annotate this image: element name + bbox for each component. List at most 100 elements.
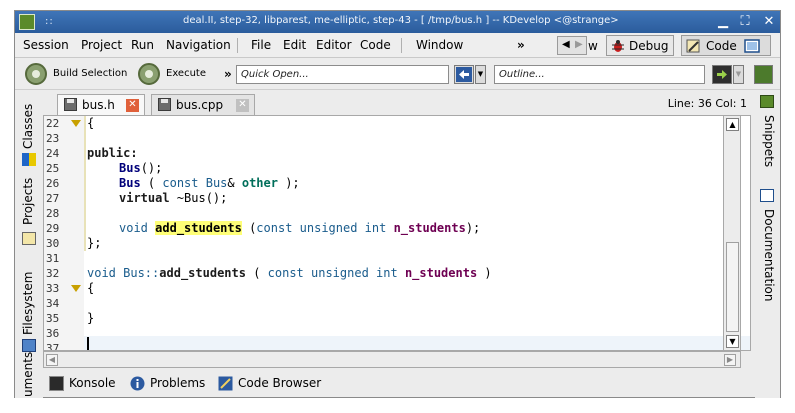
code-line: virtual ~Bus(); bbox=[119, 191, 228, 205]
tool-filesystem[interactable]: Filesystem bbox=[21, 259, 37, 359]
cursor-position: Line: 36 Col: 1 bbox=[667, 97, 747, 110]
menu-session[interactable]: Session bbox=[23, 38, 69, 52]
tool-documentation[interactable]: Documentation bbox=[760, 189, 776, 329]
tool-documentation-label: Documentation bbox=[762, 209, 776, 302]
tool-konsole[interactable]: Konsole bbox=[49, 374, 125, 394]
back-button[interactable] bbox=[454, 65, 474, 84]
text-caret bbox=[87, 337, 89, 350]
window-layout-icon[interactable] bbox=[744, 39, 760, 53]
maximize-icon[interactable]: ⛶ bbox=[737, 14, 753, 30]
fold-marker-icon[interactable] bbox=[71, 120, 81, 127]
area-partial-label[interactable]: w bbox=[588, 39, 598, 53]
line-number: 34 bbox=[46, 297, 60, 310]
tool-documents[interactable]: uments bbox=[21, 352, 37, 397]
scroll-right-icon[interactable]: ▶ bbox=[724, 354, 736, 366]
code-editor[interactable]: 22 23 24 25 26 27 28 29 30 31 32 33 34 3… bbox=[43, 115, 751, 351]
editor-horizontal-scrollbar[interactable]: ◀ ▶ bbox=[43, 351, 741, 368]
debug-area-label: Debug bbox=[629, 39, 669, 53]
build-gear-icon bbox=[25, 63, 47, 85]
code-line: void Bus::add_students ( const unsigned … bbox=[87, 266, 492, 280]
build-selection-label: Build Selection bbox=[53, 68, 128, 79]
code-browser-icon bbox=[218, 376, 233, 391]
line-number: 22 bbox=[46, 117, 60, 130]
menu-editor[interactable]: Editor bbox=[316, 38, 352, 52]
tab-bus-h[interactable]: bus.h ✕ bbox=[57, 94, 145, 115]
tab-bus-cpp-label: bus.cpp bbox=[176, 98, 224, 112]
pencil-icon bbox=[686, 39, 700, 53]
line-number: 33 bbox=[46, 282, 60, 295]
code-line: { bbox=[87, 281, 95, 295]
scroll-left-icon[interactable]: ◀ bbox=[46, 354, 58, 366]
menu-code[interactable]: Code bbox=[360, 38, 391, 52]
symbol-highlight: add_students bbox=[155, 221, 242, 235]
line-number: 27 bbox=[46, 192, 60, 205]
close-tab-icon[interactable]: ✕ bbox=[126, 99, 139, 112]
execute-button[interactable]: Execute bbox=[138, 63, 218, 85]
quick-open-input[interactable]: Quick Open... bbox=[236, 65, 449, 84]
back-history-dropdown[interactable]: ▼ bbox=[475, 65, 486, 84]
tool-problems[interactable]: Problems bbox=[130, 374, 212, 394]
forward-history-dropdown[interactable]: ▼ bbox=[733, 65, 744, 84]
tool-projects[interactable]: Projects bbox=[21, 173, 37, 255]
fold-marker-icon[interactable] bbox=[71, 285, 81, 292]
code-area-button[interactable]: Code bbox=[681, 35, 771, 56]
menu-window[interactable]: Window bbox=[416, 38, 463, 52]
build-selection-button[interactable]: Build Selection bbox=[25, 63, 131, 85]
line-number: 23 bbox=[46, 132, 60, 145]
tool-code-browser[interactable]: Code Browser bbox=[218, 374, 328, 394]
line-number: 32 bbox=[46, 267, 60, 280]
back-arrow-icon bbox=[456, 67, 472, 82]
tab-bus-cpp[interactable]: bus.cpp ✕ bbox=[151, 94, 255, 115]
toolbar-extra-button[interactable] bbox=[754, 65, 773, 84]
code-line: }; bbox=[87, 236, 102, 250]
line-number-gutter: 22 23 24 25 26 27 28 29 30 31 32 33 34 3… bbox=[44, 116, 84, 350]
tool-projects-label: Projects bbox=[21, 177, 35, 225]
konsole-icon bbox=[49, 376, 64, 391]
scroll-right-icon[interactable]: ▶ bbox=[575, 39, 583, 50]
file-save-icon bbox=[64, 98, 77, 111]
current-line-highlight bbox=[84, 336, 750, 350]
tool-classes[interactable]: Classes bbox=[21, 97, 37, 167]
kdevelop-app-icon[interactable] bbox=[19, 14, 35, 30]
scroll-thumb[interactable] bbox=[726, 242, 739, 332]
forward-arrow-icon bbox=[717, 70, 727, 79]
close-window-icon[interactable]: ✕ bbox=[761, 14, 777, 30]
file-save-icon bbox=[158, 98, 171, 111]
forward-button[interactable] bbox=[712, 65, 732, 84]
menu-overflow-icon[interactable]: » bbox=[517, 38, 525, 52]
code-line: public: bbox=[87, 146, 138, 160]
code-line: Bus ( const Bus& other ); bbox=[119, 176, 300, 190]
toolbar-overflow-icon[interactable]: » bbox=[224, 67, 232, 81]
tool-documents-label: uments bbox=[21, 351, 35, 397]
line-number: 26 bbox=[46, 177, 60, 190]
scroll-down-icon[interactable]: ▼ bbox=[726, 335, 739, 348]
tool-snippets[interactable]: Snippets bbox=[760, 95, 776, 185]
outline-input[interactable]: Outline... bbox=[494, 65, 705, 84]
code-line: Bus(); bbox=[119, 161, 163, 175]
menu-project[interactable]: Project bbox=[81, 38, 122, 52]
tool-snippets-label: Snippets bbox=[762, 115, 776, 168]
code-area-label: Code bbox=[706, 39, 737, 53]
editor-vertical-scrollbar[interactable]: ▲ ▼ bbox=[723, 115, 741, 351]
execute-gear-icon bbox=[138, 63, 160, 85]
line-number: 36 bbox=[46, 327, 60, 340]
scroll-left-icon[interactable]: ◀ bbox=[562, 39, 570, 50]
menu-file[interactable]: File bbox=[251, 38, 271, 52]
tool-filesystem-label: Filesystem bbox=[21, 271, 35, 335]
title-bar[interactable]: :: deal.II, step-32, libparest, me-ellip… bbox=[15, 11, 780, 33]
right-tool-strip: Snippets Documentation bbox=[755, 91, 780, 398]
menu-run[interactable]: Run bbox=[131, 38, 154, 52]
scroll-up-icon[interactable]: ▲ bbox=[726, 118, 739, 131]
bug-icon bbox=[612, 40, 624, 52]
minimize-icon[interactable]: ▁ bbox=[715, 14, 731, 30]
debug-area-button[interactable]: Debug bbox=[606, 35, 674, 56]
line-number: 31 bbox=[46, 252, 60, 265]
menu-navigation[interactable]: Navigation bbox=[166, 38, 231, 52]
menu-edit[interactable]: Edit bbox=[283, 38, 306, 52]
close-tab-icon[interactable]: ✕ bbox=[236, 99, 249, 112]
window-grip-icon: :: bbox=[45, 16, 54, 27]
line-number: 30 bbox=[46, 237, 60, 250]
code-line: { bbox=[87, 116, 95, 130]
window-title: deal.II, step-32, libparest, me-elliptic… bbox=[183, 15, 619, 26]
area-scroll-buttons[interactable]: ◀ ▶ bbox=[557, 36, 587, 55]
